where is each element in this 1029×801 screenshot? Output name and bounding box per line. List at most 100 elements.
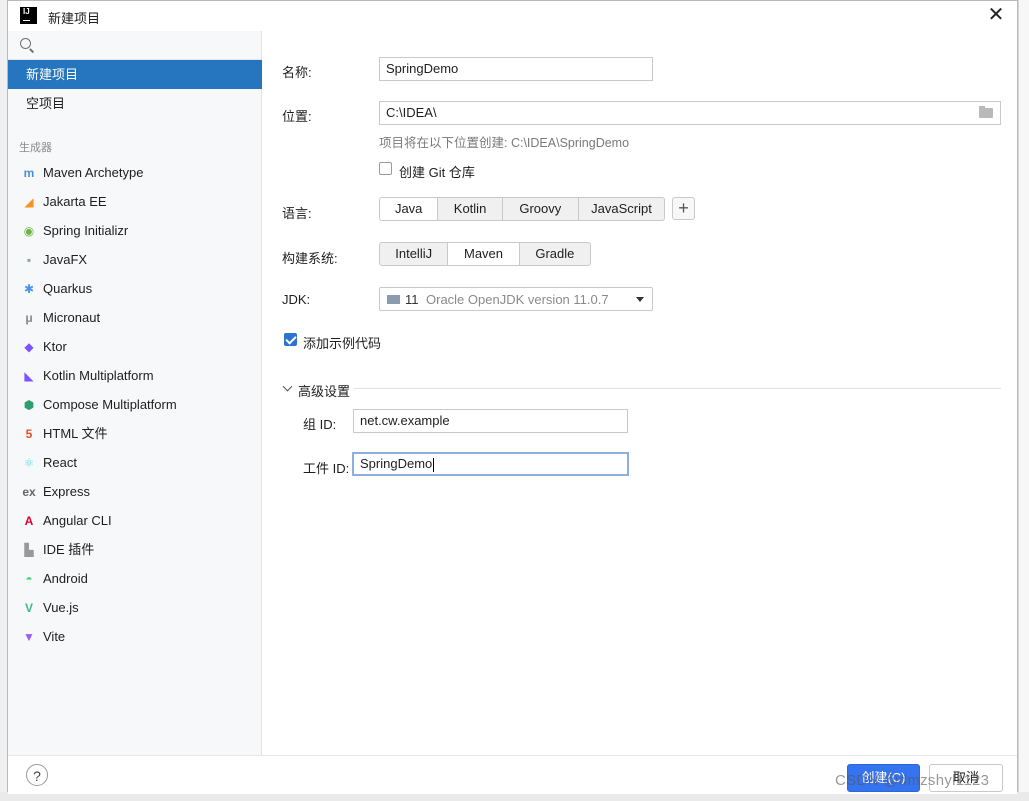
help-icon[interactable]: ?: [33, 768, 41, 784]
micronaut-icon: μ: [25, 311, 33, 325]
angular-icon: A: [24, 514, 34, 528]
sidebar-item-label: Kotlin Multiplatform: [43, 368, 154, 383]
build-system-label: 构建系统:: [282, 251, 338, 266]
sidebar-item-label: Vite: [43, 629, 66, 644]
jdk-dropdown[interactable]: 11 Oracle OpenJDK version 11.0.7: [379, 287, 653, 311]
jakarta-ee-icon: ◢: [24, 195, 34, 209]
dialog-title: 新建项目: [48, 11, 101, 26]
build-option-intellij[interactable]: IntelliJ: [380, 243, 449, 265]
sidebar-item-javafx[interactable]: ▪ JavaFX: [8, 245, 262, 274]
new-project-dialog: IJ 新建项目 ✕ 新建项目 空项目 生成器 m Maven Archetype ◢…: [7, 0, 1018, 794]
location-input-value: C:\IDEA\: [386, 105, 437, 120]
build-option-maven[interactable]: Maven: [448, 243, 520, 265]
sidebar-item-label: Micronaut: [43, 310, 101, 325]
text-caret: [433, 457, 435, 472]
intellij-app-icon: IJ: [20, 7, 37, 24]
sidebar-item-android[interactable]: ◓ Android: [8, 564, 262, 593]
sidebar-item-jakarta-ee[interactable]: ◢ Jakarta EE: [8, 187, 262, 216]
sidebar-item-label: Quarkus: [43, 281, 93, 296]
language-option-javascript[interactable]: JavaScript: [579, 198, 664, 220]
group-id-input[interactable]: net.cw.example: [353, 409, 628, 433]
create-git-checkbox[interactable]: [379, 162, 392, 175]
quarkus-icon: ✱: [23, 282, 35, 296]
sidebar-item-empty-project[interactable]: 空项目: [8, 89, 262, 118]
kotlin-icon: ◣: [24, 369, 34, 383]
language-option-kotlin[interactable]: Kotlin: [438, 198, 503, 220]
react-icon: ⚛: [23, 456, 35, 470]
vue-icon: V: [24, 601, 33, 615]
build-system-selector: IntelliJ Maven Gradle: [379, 242, 591, 266]
artifact-id-value: SpringDemo: [360, 456, 433, 471]
sidebar-item-label: Angular CLI: [43, 513, 112, 528]
sidebar-item-label: JavaFX: [43, 252, 88, 267]
vite-icon: ▼: [23, 630, 35, 644]
chevron-down-icon: [636, 297, 644, 302]
sidebar-item-kotlin[interactable]: ◣ Kotlin Multiplatform: [8, 361, 262, 390]
language-selector: Java Kotlin Groovy JavaScript: [379, 197, 665, 221]
sidebar-item-micronaut[interactable]: μ Micronaut: [8, 303, 262, 332]
sidebar-item-maven[interactable]: m Maven Archetype: [8, 158, 262, 187]
express-icon: ex: [22, 485, 36, 499]
project-type-sidebar: 新建项目 空项目 生成器 m Maven Archetype ◢ Jakarta EE…: [8, 31, 262, 755]
chevron-down-icon[interactable]: [282, 381, 293, 392]
sidebar-item-vite[interactable]: ▼ Vite: [8, 622, 262, 651]
sidebar-item-label: Compose Multiplatform: [43, 397, 177, 412]
sidebar-item-express[interactable]: ex Express: [8, 477, 262, 506]
sidebar-item-react[interactable]: ⚛ React: [8, 448, 262, 477]
sidebar-item-label: Express: [43, 484, 90, 499]
create-git-label: 创建 Git 仓库: [399, 165, 475, 180]
sidebar-item-label: Ktor: [43, 339, 67, 354]
sidebar-item-spring[interactable]: ◉ Spring Initializr: [8, 216, 262, 245]
background-app-right: [1018, 0, 1029, 801]
sidebar-item-compose[interactable]: ⬢ Compose Multiplatform: [8, 390, 262, 419]
sidebar-item-angular[interactable]: A Angular CLI: [8, 506, 262, 535]
sidebar-item-label: Spring Initializr: [43, 223, 129, 238]
add-sample-code-checkbox[interactable]: [284, 333, 297, 346]
jdk-version-number: 11: [405, 292, 419, 307]
sidebar-item-quarkus[interactable]: ✱ Quarkus: [8, 274, 262, 303]
plus-icon[interactable]: +: [678, 198, 689, 218]
background-app-left: [0, 0, 7, 801]
name-input-value: SpringDemo: [386, 61, 459, 76]
compose-icon: ⬢: [23, 398, 35, 412]
close-icon[interactable]: ✕: [988, 4, 1005, 26]
folder-browse-icon[interactable]: [979, 106, 993, 118]
sidebar-item-new-project[interactable]: 新建项目: [8, 60, 262, 89]
advanced-settings-toggle[interactable]: 高级设置: [298, 381, 350, 400]
build-option-gradle[interactable]: Gradle: [520, 243, 590, 265]
generators-section-label: 生成器: [19, 142, 52, 154]
group-id-value: net.cw.example: [360, 413, 450, 428]
sidebar-item-label: 空项目: [26, 96, 66, 111]
help-button[interactable]: ?: [26, 764, 48, 786]
sidebar-item-plugin[interactable]: ▙ IDE 插件: [8, 535, 262, 564]
sidebar-item-vue[interactable]: V Vue.js: [8, 593, 262, 622]
sidebar-item-label: 新建项目: [26, 67, 79, 82]
sidebar-item-label: Jakarta EE: [43, 194, 107, 209]
language-label: 语言:: [282, 206, 312, 221]
location-label: 位置:: [282, 109, 312, 124]
javafx-icon: ▪: [26, 253, 32, 267]
close-button[interactable]: ✕: [983, 4, 1009, 28]
location-hint: 项目将在以下位置创建: C:\IDEA\SpringDemo: [379, 136, 630, 150]
add-language-button[interactable]: +: [672, 197, 695, 220]
spring-icon: ◉: [23, 224, 35, 238]
name-input[interactable]: SpringDemo: [379, 57, 653, 81]
add-sample-code-label: 添加示例代码: [303, 336, 382, 351]
language-option-java[interactable]: Java: [380, 198, 439, 220]
sidebar-item-ktor[interactable]: ◆ Ktor: [8, 332, 262, 361]
title-bar: IJ 新建项目 ✕: [8, 1, 1017, 31]
jdk-folder-icon: [387, 295, 400, 304]
ktor-icon: ◆: [24, 340, 34, 354]
maven-icon: m: [23, 166, 35, 180]
jdk-version-name: Oracle OpenJDK version 11.0.7: [426, 292, 609, 307]
location-input[interactable]: C:\IDEA\: [379, 101, 1001, 125]
sidebar-item-html5[interactable]: 5 HTML 文件: [8, 419, 262, 448]
android-icon: ◓: [25, 572, 33, 586]
divider: [354, 388, 1001, 389]
sidebar-search[interactable]: [8, 31, 261, 60]
artifact-id-label: 工件 ID:: [303, 461, 350, 476]
language-option-groovy[interactable]: Groovy: [503, 198, 579, 220]
artifact-id-input[interactable]: SpringDemo: [352, 452, 629, 476]
jdk-label: JDK:: [282, 292, 311, 307]
search-icon[interactable]: [20, 38, 31, 49]
